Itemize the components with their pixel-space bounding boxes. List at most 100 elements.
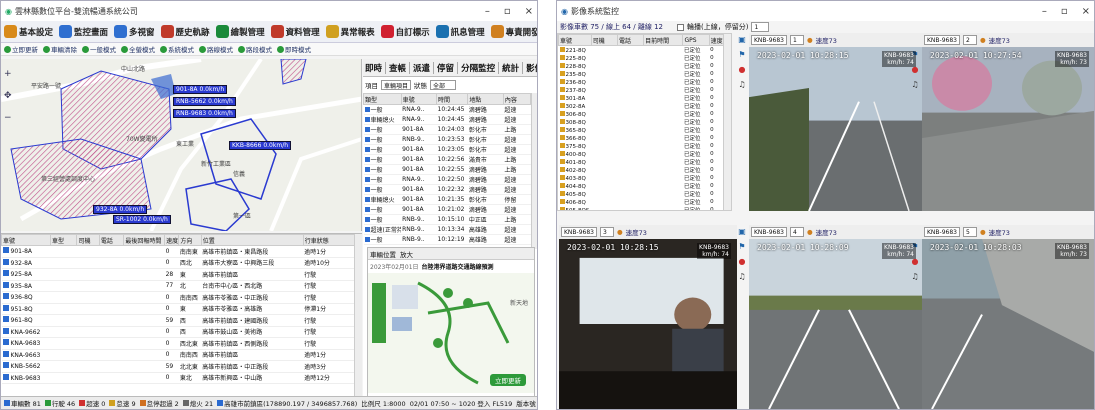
- table-row[interactable]: 901-8A 0 南南東 高雄市前鎮區・東昌路段 逾時1分: [1, 245, 362, 258]
- camera-view[interactable]: KNB-9683 5 ● 速度73 2023-02-01 10:28:03 KNB-968…: [922, 225, 1094, 409]
- list-item[interactable]: 237-8Q 已定位 0: [559, 86, 725, 94]
- table-row[interactable]: KNB-5662 59 北北東 高雄市前鎮區・中正路段 逾時3分: [1, 360, 362, 373]
- list-item[interactable]: 365-8Q 已定位 0: [559, 126, 725, 134]
- list-item[interactable]: 402-8Q 已定位 0: [559, 166, 725, 174]
- list-col-header[interactable]: 目前時間: [643, 34, 684, 46]
- toolbar-button[interactable]: 自訂標示: [380, 25, 430, 38]
- subtoolbar-item[interactable]: 立即更新: [4, 44, 38, 54]
- list-item[interactable]: 235-8Q 已定位 0: [559, 70, 725, 78]
- toolbar-button[interactable]: 訊息管理: [435, 25, 485, 38]
- vehicle-marker[interactable]: 932-8A 0.0km/h: [93, 205, 148, 214]
- maximize-button[interactable]: ▫: [504, 6, 511, 17]
- table-row[interactable]: KNA-9683 0 西北東 高雄市前鎮區・西側路段 行駛: [1, 337, 362, 350]
- toolbar-button[interactable]: 繪製管理: [215, 25, 265, 38]
- camera-channel-select[interactable]: 4: [789, 227, 804, 237]
- toolbar-button[interactable]: 歷史軌跡: [160, 25, 210, 38]
- event-col-header[interactable]: 地點: [467, 93, 504, 105]
- list-item[interactable]: 375-8Q 已定位 0: [559, 142, 725, 150]
- tab-right-5[interactable]: 統計: [502, 61, 524, 74]
- list-item[interactable]: 301-8A 已定位 0: [559, 94, 725, 102]
- zoom-in-icon[interactable]: +: [4, 69, 12, 79]
- toolbar-button[interactable]: 多視窗: [114, 25, 155, 38]
- table-row[interactable]: 925-8A 28 東 高雄市前鎮區 行駛: [1, 268, 362, 281]
- list-item[interactable]: 225-8Q 已定位 0: [559, 54, 725, 62]
- toolbar-button[interactable]: 資料管理: [270, 25, 320, 38]
- tab-right-0[interactable]: 即時: [365, 61, 387, 74]
- camera-channel-select[interactable]: 3: [599, 227, 614, 237]
- event-row[interactable]: 一般 901-8A 10:22:55 滴碧路 上路: [363, 164, 531, 175]
- table-row[interactable]: KNA-9663 0 南南西 高雄市前鎮區 逾時1分: [1, 349, 362, 361]
- subtoolbar-item[interactable]: 一般模式: [82, 44, 116, 54]
- event-row[interactable]: 一般 901-8A 10:22:32 滴碧路 超速: [363, 184, 531, 195]
- tab-vehicle-position[interactable]: 車輛位置: [370, 249, 396, 259]
- table-row[interactable]: 951-8Q 0 東 高雄市苓雅區・高雄路 停滯1分: [1, 303, 362, 315]
- list-item[interactable]: 306-8Q 已定位 0: [559, 110, 725, 118]
- vehicle-col-header[interactable]: 行車狀態: [302, 234, 362, 246]
- vehicle-col-header[interactable]: 位置: [200, 234, 304, 246]
- record-icon[interactable]: ●: [739, 65, 746, 74]
- subtoolbar-item[interactable]: 全螢模式: [121, 44, 155, 54]
- camera-vehicle-select[interactable]: KNB-9683: [561, 227, 597, 237]
- subtoolbar-item[interactable]: 車輛清除: [43, 44, 77, 54]
- vehicle-marker[interactable]: RNB-9683 0.0km/h: [173, 109, 236, 118]
- audio-icon[interactable]: ♫: [738, 272, 745, 281]
- event-col-header[interactable]: 類型: [363, 93, 402, 105]
- vehicle-col-header[interactable]: 電話: [98, 234, 125, 246]
- subtoolbar-item[interactable]: 系統模式: [160, 44, 194, 54]
- minimize-button[interactable]: –: [485, 6, 490, 17]
- event-scrollbar[interactable]: [531, 93, 537, 249]
- autoplay-checkbox[interactable]: [677, 23, 685, 31]
- list-item[interactable]: 366-8Q 已定位 0: [559, 134, 725, 142]
- list-item[interactable]: 406-8Q 已定位 0: [559, 198, 725, 206]
- toolbar-button[interactable]: 基本設定: [4, 25, 53, 38]
- tab-zoom[interactable]: 放大: [400, 249, 413, 259]
- event-row[interactable]: 車輛熄火 901-8A 10:21:35 彰化市 停留: [363, 194, 531, 205]
- tab-right-1[interactable]: 查帳: [389, 61, 411, 74]
- camera-vehicle-select[interactable]: KNB-9683: [751, 35, 787, 45]
- close-button-2[interactable]: ×: [1082, 6, 1090, 17]
- vehicle-scrollbar[interactable]: [354, 234, 362, 398]
- vehicle-col-header[interactable]: 車號: [1, 234, 51, 246]
- list-col-header[interactable]: 電話: [616, 34, 645, 46]
- subtoolbar-item[interactable]: 路段模式: [238, 44, 272, 54]
- tab-right-3[interactable]: 停留: [437, 61, 459, 74]
- event-row[interactable]: 一般 RNA-9.. 10:22:50 滴碧路 超速: [363, 174, 531, 185]
- pan-icon[interactable]: ✥: [4, 91, 12, 101]
- event-row[interactable]: 一般 RNA-9.. 10:24:45 滴碧路 超速: [363, 104, 531, 115]
- filter-status-select[interactable]: 全部: [430, 80, 457, 90]
- flag-icon[interactable]: ⚑: [738, 242, 745, 251]
- vehicle-marker[interactable]: SR-1002 0.0km/h: [113, 215, 171, 224]
- camera-channel-select[interactable]: 5: [962, 227, 977, 237]
- list-col-header[interactable]: GPS: [682, 34, 710, 46]
- list-item[interactable]: 401-8Q 已定位 0: [559, 158, 725, 166]
- camera-view[interactable]: KNB-9683 2 ● 速度73 2023-02-01 10:27:54 KNB-968…: [922, 33, 1094, 211]
- maximize-button-2[interactable]: ▫: [1061, 6, 1068, 17]
- event-row[interactable]: 車輛熄火 RNA-9.. 10:24:45 滴碧路 超速: [363, 114, 531, 125]
- zoom-out-icon[interactable]: −: [4, 113, 12, 123]
- vehicle-marker[interactable]: KKB-8666 0.0km/h: [229, 141, 292, 150]
- table-row[interactable]: KNB-9683 0 東北 高雄市新興區・中山路 逾時12分: [1, 372, 362, 384]
- autoplay-interval-select[interactable]: 1: [751, 22, 770, 32]
- close-button[interactable]: ×: [525, 6, 533, 17]
- snapshot-icon[interactable]: ▣: [738, 227, 746, 236]
- event-col-header[interactable]: 時間: [436, 93, 469, 105]
- vehicle-marker[interactable]: 901-8A 0.0km/h: [173, 85, 228, 94]
- list-item[interactable]: 308-8Q 已定位 0: [559, 118, 725, 126]
- toolbar-button[interactable]: 異常報表: [325, 25, 375, 38]
- vehicle-col-header[interactable]: 速度: [164, 234, 180, 246]
- list-item[interactable]: 404-8Q 已定位 0: [559, 182, 725, 190]
- camera-vehicle-select[interactable]: KNB-9683: [924, 35, 960, 45]
- audio-icon[interactable]: ♫: [911, 272, 918, 281]
- list-col-header[interactable]: 司機: [590, 34, 618, 46]
- tab-right-6[interactable]: 影像C: [526, 62, 537, 74]
- event-row[interactable]: 一般 901-8A 10:22:56 滿貴市 上路: [363, 154, 531, 165]
- event-col-header[interactable]: 內容: [502, 93, 532, 105]
- camera-view[interactable]: KNB-9683 4 ● 速度73 2023-02-01 10:28:09 KNB-968…: [749, 225, 922, 409]
- event-row[interactable]: 一般 RNB-9.. 10:23:53 彰化市 超速: [363, 134, 531, 145]
- list-item[interactable]: 221-8Q 已定位 0: [559, 46, 725, 54]
- camera-view[interactable]: KNB-9683 1 ● 速度73 2023-02-01 10:28:15 KNB-968…: [749, 33, 922, 211]
- record-icon[interactable]: ●: [739, 257, 746, 266]
- vehicle-col-header[interactable]: 最後回報時間: [123, 234, 166, 246]
- vehicle-list-scrollbar[interactable]: [723, 34, 731, 210]
- audio-icon[interactable]: ♫: [911, 80, 918, 89]
